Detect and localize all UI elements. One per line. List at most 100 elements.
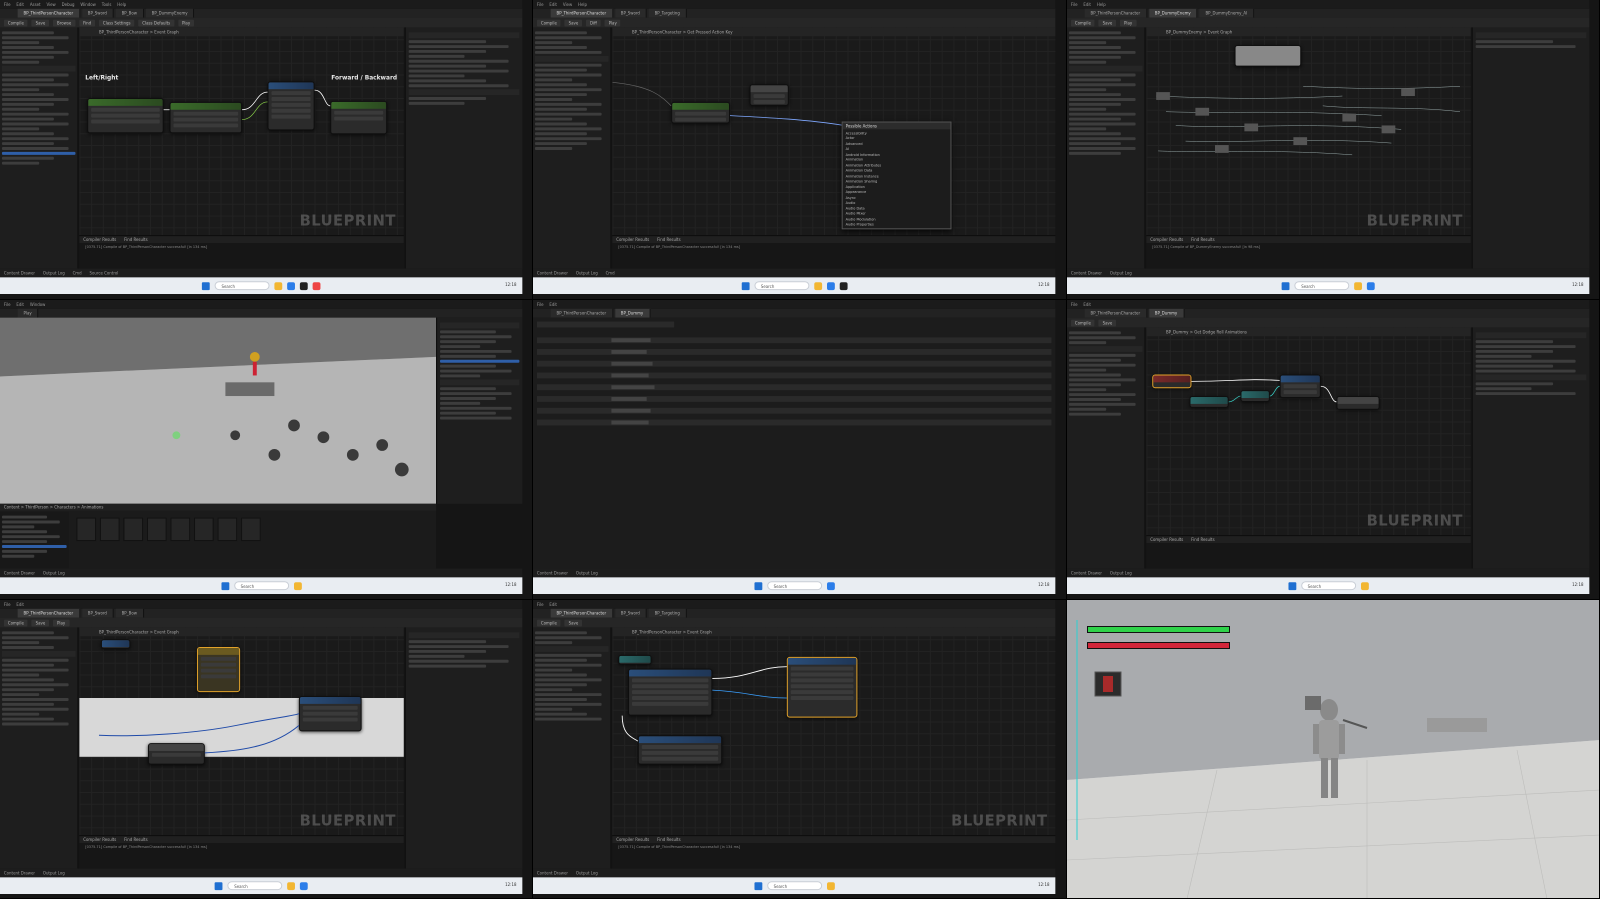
edge-icon[interactable] (826, 581, 835, 590)
action-item[interactable]: Audio (846, 201, 948, 205)
content-drawer-button[interactable]: Content Drawer (1071, 570, 1102, 575)
action-item[interactable]: AI (846, 147, 948, 151)
action-item[interactable]: Accessibility (846, 131, 948, 135)
start-icon[interactable] (201, 281, 210, 290)
action-item[interactable]: Audio Properties (846, 222, 948, 226)
asset-thumbnail[interactable] (76, 517, 97, 542)
content-drawer-button[interactable]: Content Drawer (4, 270, 35, 275)
tab-bp-dummy[interactable]: BP_Dummy (1148, 308, 1185, 318)
menu-edit[interactable]: Edit (549, 302, 557, 307)
tab-find-results[interactable]: Find Results (1191, 536, 1214, 543)
compile-button[interactable]: Compile (3, 619, 28, 626)
action-item[interactable]: Android Information (846, 152, 948, 156)
tab-find-results[interactable]: Find Results (124, 236, 147, 243)
app-icon[interactable] (312, 281, 321, 290)
asset-thumbnail[interactable] (241, 517, 261, 542)
action-item[interactable]: Audio Modulation (846, 217, 948, 221)
asset-thumbnail[interactable] (217, 517, 238, 542)
play-button[interactable]: Play (178, 19, 195, 26)
save-button[interactable]: Save (31, 619, 50, 626)
edge-icon[interactable] (287, 281, 295, 290)
start-icon[interactable] (753, 581, 762, 590)
tab-bp-thirdperson[interactable]: BP_ThirdPersonCharacter (17, 8, 80, 18)
menu-file[interactable]: File (4, 602, 11, 607)
menu-file[interactable]: File (4, 302, 11, 307)
asset-thumbnail[interactable] (147, 517, 167, 542)
tab-bp-dummyenemy-ai[interactable]: BP_DummyEnemy_AI (1199, 8, 1255, 18)
tab-compiler-results[interactable]: Compiler Results (1150, 536, 1183, 543)
tab-compiler-results[interactable]: Compiler Results (616, 836, 649, 843)
start-icon[interactable] (214, 881, 223, 890)
tab-bp-sword[interactable]: BP_Sword (81, 8, 114, 18)
tab-bp-thirdperson[interactable]: BP_ThirdPersonCharacter (550, 608, 613, 618)
output-log-button[interactable]: Output Log (576, 270, 598, 275)
menu-tools[interactable]: Tools (102, 2, 112, 7)
compile-button[interactable]: Compile (3, 19, 28, 26)
menu-file[interactable]: File (4, 2, 11, 7)
tab-bp-bow[interactable]: BP_Bow (115, 8, 144, 18)
save-button[interactable]: Save (1098, 19, 1117, 26)
edge-icon[interactable] (299, 881, 308, 890)
taskbar-search[interactable]: Search (766, 881, 822, 891)
source-control-button[interactable]: Source Control (89, 270, 118, 275)
tab-bp-targeting[interactable]: BP_Targeting (648, 608, 687, 618)
start-icon[interactable] (220, 581, 229, 590)
action-item[interactable]: Animation Instance (846, 174, 948, 178)
tab-bp-dummyenemy[interactable]: BP_DummyEnemy (145, 8, 195, 18)
output-log-button[interactable]: Output Log (1110, 570, 1132, 575)
menu-file[interactable]: File (1071, 2, 1078, 7)
taskbar-search[interactable]: Search (766, 581, 822, 591)
menu-help[interactable]: Help (578, 2, 587, 7)
action-item[interactable]: Actor (846, 136, 948, 140)
play-button[interactable]: Play (17, 308, 39, 318)
class-defaults-button[interactable]: Class Defaults (138, 19, 175, 26)
folder-icon[interactable] (287, 881, 295, 890)
action-item[interactable]: Audio Data (846, 206, 948, 210)
compile-button[interactable]: Compile (536, 619, 561, 626)
menu-debug[interactable]: Debug (62, 2, 75, 7)
tab-bp-sword[interactable]: BP_Sword (614, 8, 647, 18)
tab-bp-targeting[interactable]: BP_Targeting (648, 8, 687, 18)
start-icon[interactable] (1287, 581, 1296, 590)
tab-find-results[interactable]: Find Results (124, 836, 147, 843)
event-graph-canvas[interactable]: BP_ThirdPersonCharacter > Event Graph Le… (79, 27, 404, 236)
action-item[interactable]: Animation Attributes (846, 163, 948, 167)
start-icon[interactable] (1281, 281, 1290, 290)
folder-icon[interactable] (274, 281, 283, 290)
tab-find-results[interactable]: Find Results (1191, 236, 1214, 243)
folder-icon[interactable] (826, 881, 835, 890)
content-drawer-button[interactable]: Content Drawer (1071, 270, 1102, 275)
start-icon[interactable] (741, 281, 750, 290)
content-drawer-button[interactable]: Content Drawer (537, 570, 568, 575)
table-search-input[interactable] (536, 321, 675, 328)
menu-help[interactable]: Help (1097, 2, 1106, 7)
menu-edit[interactable]: Edit (16, 302, 24, 307)
menu-file[interactable]: File (1071, 302, 1078, 307)
event-graph-canvas[interactable]: BP_ThirdPersonCharacter > Event Graph BL… (79, 627, 404, 836)
level-viewport[interactable] (0, 317, 437, 504)
play-button[interactable]: Play (53, 619, 70, 626)
compile-button[interactable]: Compile (1070, 319, 1095, 326)
action-item[interactable]: Animation (846, 158, 948, 162)
edge-icon[interactable] (826, 281, 835, 290)
taskbar-search[interactable]: Search (1294, 281, 1350, 291)
menu-edit[interactable]: Edit (1083, 302, 1091, 307)
possible-actions-menu[interactable]: Possible Actions Accessibility Actor Adv… (841, 121, 952, 230)
start-icon[interactable] (753, 881, 762, 890)
cmd-input[interactable]: Cmd (606, 270, 615, 275)
class-settings-button[interactable]: Class Settings (98, 19, 135, 26)
compile-button[interactable]: Compile (536, 19, 561, 26)
menu-asset[interactable]: Asset (30, 2, 41, 7)
tab-bp-sword[interactable]: BP_Sword (614, 608, 647, 618)
menu-file[interactable]: File (537, 2, 544, 7)
asset-thumbnail[interactable] (170, 517, 191, 542)
taskbar-search[interactable]: Search (233, 581, 289, 591)
tab-compiler-results[interactable]: Compiler Results (1150, 236, 1183, 243)
cmd-input[interactable]: Cmd (73, 270, 82, 275)
edge-icon[interactable] (1366, 281, 1375, 290)
output-log-button[interactable]: Output Log (43, 570, 65, 575)
output-log-button[interactable]: Output Log (43, 270, 65, 275)
unreal-icon[interactable] (299, 281, 308, 290)
folder-icon[interactable] (1354, 281, 1362, 290)
find-button[interactable]: Find (79, 19, 96, 26)
